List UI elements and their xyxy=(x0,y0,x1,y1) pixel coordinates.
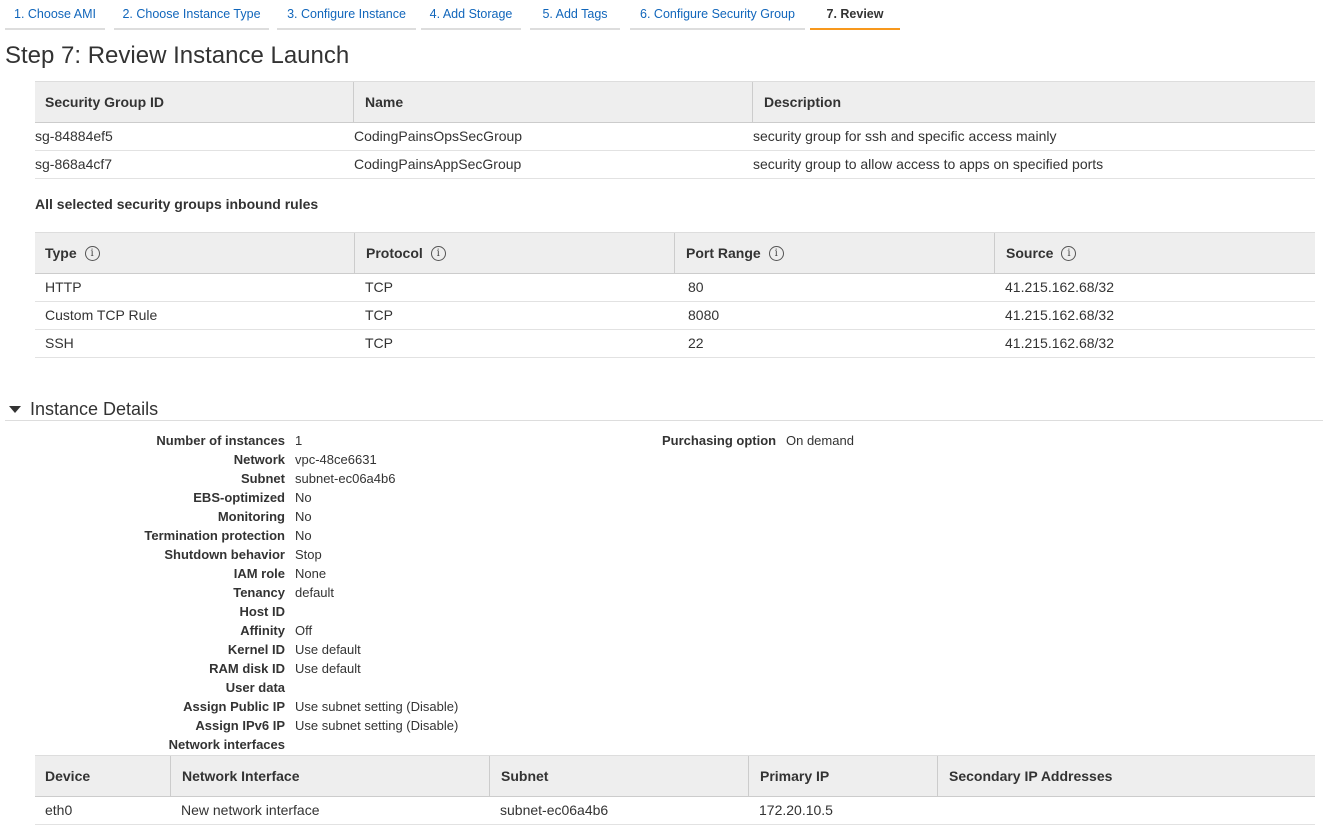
detail-label: EBS-optimized xyxy=(193,490,285,505)
detail-value: default xyxy=(295,585,335,600)
info-icon[interactable]: i xyxy=(84,245,100,261)
detail-value: No xyxy=(295,509,312,524)
detail-label: User data xyxy=(225,680,285,695)
table-row: eth0 New network interface subnet-ec06a4… xyxy=(35,797,1315,825)
rule-protocol: TCP xyxy=(365,307,393,323)
table-row: HTTP TCP 80 41.215.162.68/32 xyxy=(35,274,1315,302)
detail-label: Shutdown behavior xyxy=(164,547,285,562)
rule-port-range: 22 xyxy=(688,335,704,351)
column-header[interactable]: Primary IP xyxy=(748,756,829,796)
table-header: Security Group ID Name Description xyxy=(35,81,1315,123)
column-header-label: Source xyxy=(1006,245,1054,261)
tab-add-tags[interactable]: 5. Add Tags xyxy=(530,0,620,30)
primary-ip: 172.20.10.5 xyxy=(759,802,833,818)
detail-value: vpc-48ce6631 xyxy=(295,452,377,467)
column-header[interactable]: Device xyxy=(45,756,90,796)
column-header[interactable]: Name xyxy=(353,82,403,122)
detail-label: Termination protection xyxy=(144,528,285,543)
rule-type: HTTP xyxy=(45,279,82,295)
table-row: sg-868a4cf7 CodingPainsAppSecGroup secur… xyxy=(35,151,1315,179)
detail-value: Use subnet setting (Disable) xyxy=(295,699,459,714)
detail-label: IAM role xyxy=(233,566,285,581)
column-header[interactable]: Subnet xyxy=(489,756,548,796)
security-group-description: security group for ssh and specific acce… xyxy=(753,128,1057,144)
subnet: subnet-ec06a4b6 xyxy=(500,802,609,818)
table-row: SSH TCP 22 41.215.162.68/32 xyxy=(35,330,1315,358)
detail-label: Tenancy xyxy=(233,585,285,600)
detail-label: Assign IPv6 IP xyxy=(195,718,285,733)
rule-protocol: TCP xyxy=(365,279,393,295)
column-header[interactable]: Network Interface xyxy=(170,756,299,796)
inbound-rules-title: All selected security groups inbound rul… xyxy=(35,196,319,212)
detail-value: Use subnet setting (Disable) xyxy=(295,718,459,733)
detail-label: Kernel ID xyxy=(227,642,285,657)
detail-value: Use default xyxy=(295,642,361,657)
detail-label: Network interfaces xyxy=(168,737,285,752)
page-title: Step 7: Review Instance Launch xyxy=(5,42,350,69)
detail-label: Monitoring xyxy=(217,509,285,524)
security-group-name: CodingPainsAppSecGroup xyxy=(354,156,522,172)
device: eth0 xyxy=(45,802,73,818)
column-header-source[interactable]: Source i xyxy=(994,233,1077,273)
tab-choose-instance-type[interactable]: 2. Choose Instance Type xyxy=(114,0,269,30)
rule-source: 41.215.162.68/32 xyxy=(1005,335,1114,351)
info-icon[interactable]: i xyxy=(768,245,784,261)
detail-value: Stop xyxy=(295,547,322,562)
tab-review[interactable]: 7. Review xyxy=(810,0,900,30)
column-header-type[interactable]: Type i xyxy=(45,233,100,273)
rule-type: Custom TCP Rule xyxy=(45,307,158,323)
detail-label: Host ID xyxy=(239,604,286,619)
rule-source: 41.215.162.68/32 xyxy=(1005,279,1114,295)
column-header-port-range[interactable]: Port Range i xyxy=(674,233,784,273)
security-group-id: sg-84884ef5 xyxy=(35,128,113,144)
detail-value: Use default xyxy=(295,661,361,676)
detail-label: Affinity xyxy=(240,623,285,638)
tab-add-storage[interactable]: 4. Add Storage xyxy=(421,0,521,30)
detail-label: Assign Public IP xyxy=(183,699,285,714)
section-title: Instance Details xyxy=(30,399,159,419)
detail-label: Number of instances xyxy=(156,433,285,448)
column-header[interactable]: Security Group ID xyxy=(45,82,164,122)
column-header[interactable]: Description xyxy=(752,82,841,122)
info-icon[interactable]: i xyxy=(430,245,446,261)
detail-value: Off xyxy=(295,623,313,638)
tab-configure-instance[interactable]: 3. Configure Instance xyxy=(277,0,416,30)
security-group-description: security group to allow access to apps o… xyxy=(753,156,1104,172)
column-header-label: Type xyxy=(45,245,77,261)
info-icon[interactable]: i xyxy=(1061,245,1077,261)
column-header[interactable]: Secondary IP Addresses xyxy=(937,756,1112,796)
table-header: Device Network Interface Subnet Primary … xyxy=(35,755,1315,797)
instance-details-toggle[interactable]: Instance Details xyxy=(5,398,1323,421)
rule-port-range: 80 xyxy=(688,279,704,295)
column-header-label: Port Range xyxy=(686,245,761,261)
column-header-label: Protocol xyxy=(366,245,423,261)
table-row: Custom TCP Rule TCP 8080 41.215.162.68/3… xyxy=(35,302,1315,330)
table-header: Type i Protocol i Port Range i Source i xyxy=(35,232,1315,274)
network-interface: New network interface xyxy=(181,802,320,818)
detail-value: No xyxy=(295,528,312,543)
rule-source: 41.215.162.68/32 xyxy=(1005,307,1114,323)
security-group-name: CodingPainsOpsSecGroup xyxy=(354,128,523,144)
rule-port-range: 8080 xyxy=(688,307,720,323)
column-header-protocol[interactable]: Protocol i xyxy=(354,233,446,273)
security-group-id: sg-868a4cf7 xyxy=(35,156,113,172)
tab-choose-ami[interactable]: 1. Choose AMI xyxy=(5,0,105,30)
purchasing-option-label: Purchasing option xyxy=(662,433,777,448)
detail-value: 1 xyxy=(295,433,303,448)
detail-value: subnet-ec06a4b6 xyxy=(295,471,396,486)
tab-configure-security-group[interactable]: 6. Configure Security Group xyxy=(630,0,805,30)
inbound-rules-table: Type i Protocol i Port Range i Source i HTTP… xyxy=(35,232,1315,358)
security-groups-table: Security Group ID Name Description sg-84… xyxy=(35,81,1315,179)
detail-label: Network xyxy=(233,452,285,467)
detail-label: RAM disk ID xyxy=(209,661,285,676)
table-row: sg-84884ef5 CodingPainsOpsSecGroup secur… xyxy=(35,123,1315,151)
rule-type: SSH xyxy=(45,335,74,351)
network-interfaces-table: Device Network Interface Subnet Primary … xyxy=(35,755,1315,825)
caret-down-icon xyxy=(9,406,21,413)
rule-protocol: TCP xyxy=(365,335,393,351)
detail-label: Subnet xyxy=(240,471,285,486)
detail-value: No xyxy=(295,490,312,505)
detail-value: None xyxy=(295,566,327,581)
purchasing-option-value: On demand xyxy=(786,433,854,448)
